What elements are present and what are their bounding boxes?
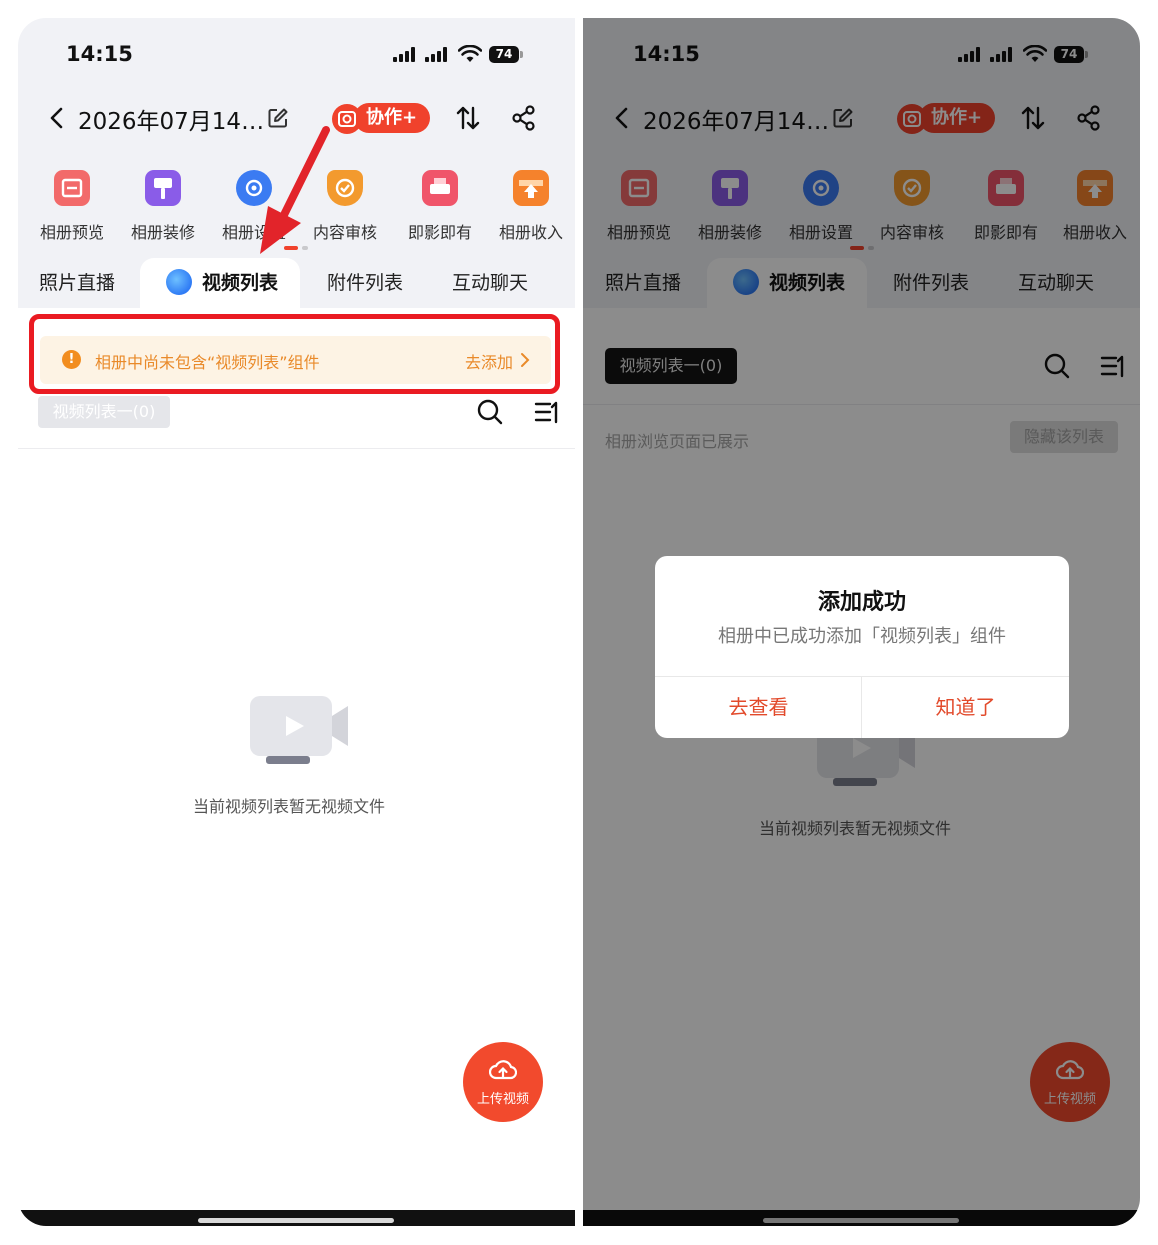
screen-divider (575, 18, 583, 1226)
tool-label: 相册收入 (498, 223, 563, 242)
edit-icon[interactable] (266, 106, 290, 130)
cellular-signal-2-icon (425, 46, 451, 62)
battery-icon: 74 (489, 46, 519, 63)
tool-album-settings[interactable]: 相册设置 (209, 170, 299, 243)
tab-attachments[interactable]: 附件列表 (327, 258, 403, 308)
upload-video-label: 上传视频 (476, 1092, 529, 1107)
collab-label: 协作+ (354, 103, 430, 133)
share-icon[interactable] (510, 104, 538, 132)
status-bar: 14:15 74 (18, 18, 575, 88)
success-dialog: 添加成功 相册中已成功添加「视频列表」组件 去查看 知道了 (655, 556, 1069, 738)
tab-video-list-label: 视频列表 (202, 272, 279, 294)
tool-label: 相册装修 (130, 223, 195, 242)
sort-icon[interactable] (454, 104, 482, 132)
battery-nub (520, 51, 523, 58)
annotation-highlight-box (29, 314, 560, 394)
home-indicator (198, 1218, 394, 1223)
tab-interactive-chat[interactable]: 互动聊天 (452, 258, 528, 308)
tool-label: 即影即有 (407, 223, 472, 242)
album-income-icon (513, 170, 549, 206)
back-chevron-icon[interactable] (46, 104, 68, 132)
page-indicator (284, 246, 314, 250)
album-settings-icon (236, 170, 272, 206)
phone-screen-before: 14:15 74 2026年07月14… 协作+ 相册预览 相册装修 相册设置 … (18, 18, 575, 1226)
got-it-button[interactable]: 知道了 (862, 677, 1069, 738)
empty-state-text: 当前视频列表暂无视频文件 (193, 797, 386, 816)
tool-album-decor[interactable]: 相册装修 (118, 170, 208, 243)
tabs-bar: 照片直播 视频列表 附件列表 互动聊天 (18, 258, 575, 308)
album-title[interactable]: 2026年07月14… (78, 102, 264, 136)
album-preview-icon (54, 170, 90, 206)
tool-label: 相册预览 (39, 223, 104, 242)
comparison-canvas: 14:15 74 2026年07月14… 协作+ 相册预览 相册装修 相册设置 … (0, 0, 1158, 1245)
content-review-icon (327, 170, 363, 206)
empty-video-icon (250, 696, 348, 764)
header-bar: 2026年07月14… 协作+ (18, 96, 575, 140)
list-sort-icon[interactable] (533, 398, 561, 426)
video-list-chip[interactable]: 视频列表一(0) (38, 396, 170, 428)
tool-instant-print[interactable]: 即影即有 (395, 170, 485, 243)
tools-row: 相册预览 相册装修 相册设置 内容审核 即影即有 相册收入 (18, 170, 575, 250)
divider (18, 448, 575, 449)
view-button[interactable]: 去查看 (655, 677, 862, 738)
tool-album-preview[interactable]: 相册预览 (27, 170, 117, 243)
search-icon[interactable] (476, 398, 504, 426)
instant-print-icon (422, 170, 458, 206)
tool-label: 内容审核 (312, 223, 377, 242)
upload-video-button[interactable]: 上传视频 (463, 1042, 543, 1122)
tool-content-review[interactable]: 内容审核 (300, 170, 390, 243)
dialog-message: 相册中已成功添加「视频列表」组件 (718, 626, 1006, 647)
tool-album-income[interactable]: 相册收入 (486, 170, 575, 243)
wifi-icon (458, 45, 482, 62)
cloud-upload-icon (489, 1060, 517, 1080)
tab-photo-live[interactable]: 照片直播 (39, 258, 115, 308)
cellular-signal-icon (393, 46, 419, 62)
album-decor-icon (145, 170, 181, 206)
status-time: 14:15 (66, 42, 133, 66)
home-bar-area (18, 1210, 575, 1226)
video-list-icon (166, 268, 192, 295)
collab-camera-icon (332, 104, 362, 134)
collab-button[interactable]: 协作+ (332, 102, 430, 134)
tool-label: 相册设置 (221, 223, 286, 242)
dialog-title: 添加成功 (817, 590, 906, 615)
phone-screen-after: 14:15 74 2026年07月14… 协作+ 相册预览 相册装修 相册设置 … (583, 18, 1140, 1226)
tab-video-list[interactable]: 视频列表 (140, 258, 300, 308)
